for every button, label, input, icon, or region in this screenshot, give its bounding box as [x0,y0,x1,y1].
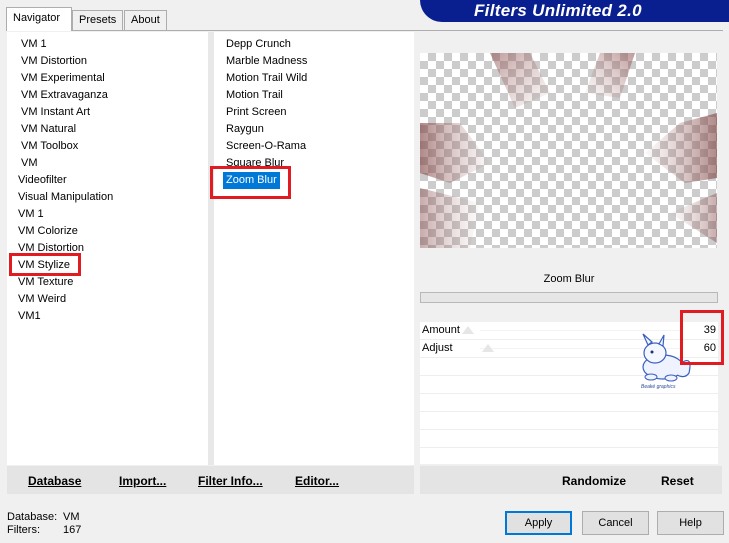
watermark-caption: Beaké graphics [641,384,676,390]
category-item[interactable]: VM 1 [21,36,47,53]
database-value: VM [63,511,80,523]
tab-about[interactable]: About [124,10,167,30]
filter-item[interactable]: Raygun [226,121,264,138]
amount-slider-thumb[interactable] [462,326,474,334]
tab-panel-border [6,30,723,31]
apply-button[interactable]: Apply [505,511,572,535]
param-value[interactable]: 60 [704,342,716,354]
category-item[interactable]: VM Toolbox [21,138,78,155]
category-item[interactable]: VM Distortion [21,53,87,70]
randomize-button[interactable]: Randomize [562,474,626,488]
param-value[interactable]: 39 [704,324,716,336]
reset-button[interactable]: Reset [661,474,694,488]
amount-slider-track[interactable] [480,330,680,331]
filter-item[interactable]: Motion Trail Wild [226,70,307,87]
help-button[interactable]: Help [657,511,724,535]
category-item[interactable]: VM Weird [18,291,66,308]
database-info: Database: VM [7,511,80,523]
progress-bar [420,292,718,303]
category-item[interactable]: VM Texture [18,274,73,291]
category-item[interactable]: VM Natural [21,121,76,138]
filter-item[interactable]: Motion Trail [226,87,283,104]
import-button[interactable]: Import... [119,474,166,488]
filter-info-button[interactable]: Filter Info... [198,474,263,488]
param-row-empty [420,448,718,466]
category-list[interactable]: VM 1 VM Distortion VM Experimental VM Ex… [7,32,208,465]
category-item[interactable]: VM [21,155,38,172]
database-label: Database: [7,511,58,523]
filter-item-selected[interactable]: Zoom Blur [223,172,280,189]
filter-list[interactable]: Depp Crunch Marble Madness Motion Trail … [214,32,414,465]
category-item[interactable]: VM Extravaganza [21,87,108,104]
category-item[interactable]: Videofilter [18,172,67,189]
filters-label: Filters: [7,524,40,536]
filter-item[interactable]: Depp Crunch [226,36,291,53]
param-row-empty [420,394,718,412]
tab-presets[interactable]: Presets [72,10,123,30]
param-row-empty [420,412,718,430]
param-label: Adjust [422,342,453,354]
param-row-empty [420,430,718,448]
adjust-slider-thumb[interactable] [482,344,494,352]
zoom-blur-preview-art [420,53,717,248]
mascot-watermark-image [642,333,691,382]
filter-item[interactable]: Marble Madness [226,53,307,70]
tab-navigator[interactable]: Navigator [6,7,72,31]
app-title: Filters Unlimited 2.0 [474,1,642,20]
category-item[interactable]: VM Distortion [18,240,84,257]
filter-item[interactable]: Screen-O-Rama [226,138,306,155]
category-item[interactable]: VM Instant Art [21,104,90,121]
category-item[interactable]: VM Colorize [18,223,78,240]
filter-item[interactable]: Print Screen [226,104,287,121]
preview-image[interactable] [420,53,717,248]
category-item-selected[interactable]: VM Stylize [18,257,70,274]
category-item[interactable]: VM Experimental [21,70,105,87]
database-button[interactable]: Database [28,474,81,488]
cancel-button[interactable]: Cancel [582,511,649,535]
param-label: Amount [422,324,460,336]
filters-info: Filters: 167 [7,524,81,536]
filter-item[interactable]: Square Blur [226,155,284,172]
editor-button[interactable]: Editor... [295,474,339,488]
category-item[interactable]: VM 1 [18,206,44,223]
category-item[interactable]: VM1 [18,308,41,325]
current-filter-name: Zoom Blur [420,268,718,290]
category-item[interactable]: Visual Manipulation [18,189,113,206]
filters-count: 167 [63,524,82,536]
